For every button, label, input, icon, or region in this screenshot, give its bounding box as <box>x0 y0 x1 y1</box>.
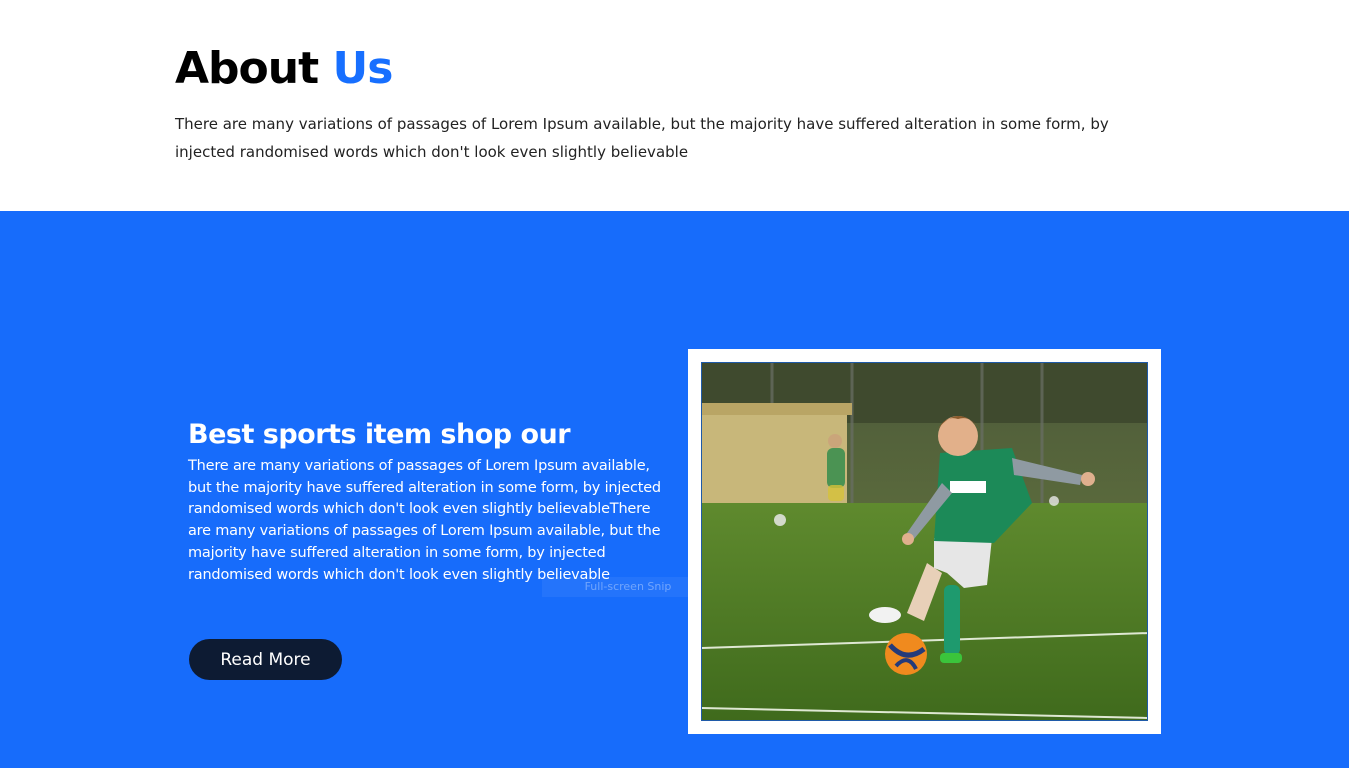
soccer-photo-image <box>702 363 1147 720</box>
about-title-main: About <box>175 43 319 94</box>
read-more-button[interactable]: Read More <box>189 639 342 680</box>
feature-title: Best sports item shop our <box>188 419 571 450</box>
about-description: There are many variations of passages of… <box>175 115 1109 161</box>
about-title-accent: Us <box>332 43 393 94</box>
photo-frame <box>688 349 1161 734</box>
about-title: About Us <box>175 38 393 100</box>
soccer-photo <box>701 362 1148 721</box>
about-section: About Us There are many variations of pa… <box>0 0 1349 211</box>
page: About Us There are many variations of pa… <box>0 0 1349 768</box>
feature-section: Best sports item shop our There are many… <box>0 211 1349 768</box>
feature-description: There are many variations of passages of… <box>188 458 661 583</box>
